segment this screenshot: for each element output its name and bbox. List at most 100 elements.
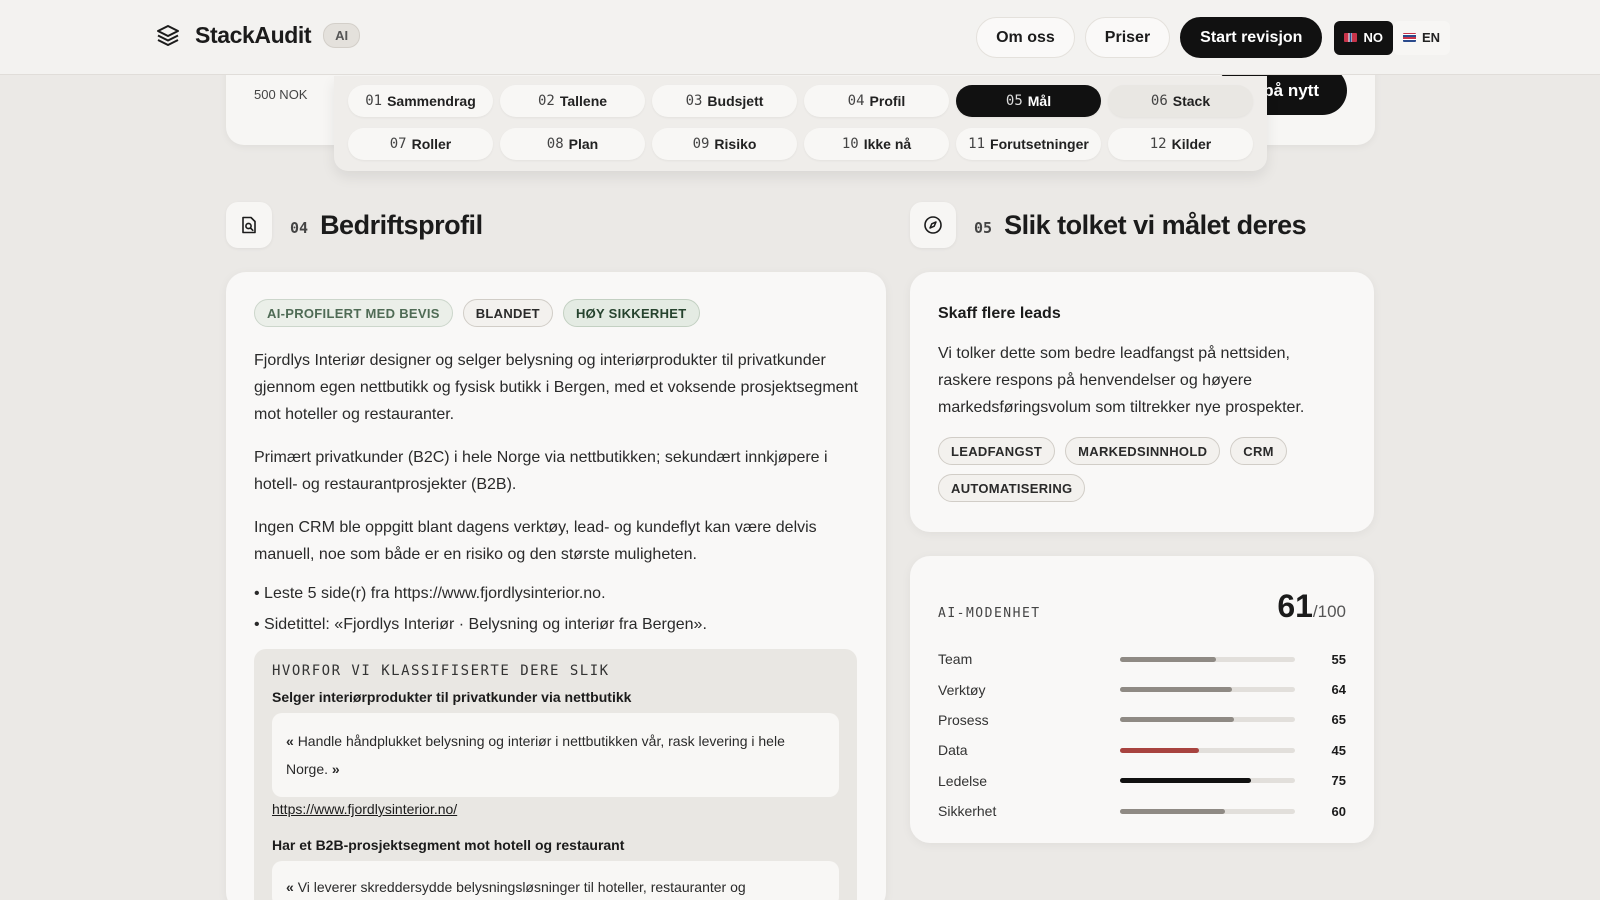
- tab-sammendrag[interactable]: 01 Sammendrag: [348, 85, 493, 117]
- tab-number: 10: [841, 135, 859, 152]
- maturity-score-max: /100: [1312, 602, 1346, 621]
- document-search-icon: [226, 202, 272, 248]
- tab-label: Tallene: [559, 93, 608, 109]
- tab-forutsetninger[interactable]: 11 Forutsetninger: [956, 127, 1101, 160]
- tab-label: Budsjett: [707, 93, 764, 109]
- maturity-row: Sikkerhet 60: [938, 796, 1346, 826]
- profile-evidence-list: • Leste 5 side(r) fra https://www.fjordl…: [254, 584, 858, 635]
- price-text: 500 NOK: [254, 87, 308, 102]
- open-quote-icon: «: [286, 879, 294, 895]
- reason-title: Selger interiørprodukter til privatkunde…: [272, 689, 632, 705]
- ai-maturity-card: AI-MODENHET 61 /100 Team 55 Verktøy 64 Prose…: [910, 556, 1374, 843]
- tag-crm: CRM: [1230, 437, 1287, 465]
- language-no[interactable]: NO: [1334, 20, 1393, 55]
- maturity-bar-track: [1120, 808, 1295, 814]
- tab-ikke-nå[interactable]: 10 Ikke nå: [804, 127, 949, 160]
- maturity-row-value: 75: [1331, 773, 1346, 789]
- tab-tallene[interactable]: 02 Tallene: [500, 85, 645, 117]
- tab-label: Plan: [568, 135, 599, 152]
- maturity-row-value: 65: [1331, 712, 1346, 728]
- tab-kilder[interactable]: 12 Kilder: [1108, 127, 1253, 160]
- maturity-row-name: Team: [938, 651, 973, 668]
- tab-risiko[interactable]: 09 Risiko: [652, 127, 797, 160]
- tag-ai-profiled: AI-PROFILERT MED BEVIS: [254, 299, 453, 327]
- tab-profil[interactable]: 04 Profil: [804, 85, 949, 117]
- reason-quote-text: Handle håndplukket belysning og interiør…: [286, 733, 785, 777]
- tab-label: Mål: [1027, 93, 1052, 109]
- tab-label: Kilder: [1171, 135, 1212, 152]
- list-item: • Leste 5 side(r) fra https://www.fjordl…: [254, 585, 606, 602]
- tab-label: Sammendrag: [387, 93, 476, 109]
- tab-label: Forutsetninger: [990, 135, 1089, 152]
- classification-reasons-title: HVORFOR VI KLASSIFISERTE DERE SLIK: [272, 663, 610, 679]
- maturity-bar-fill: [1120, 778, 1252, 784]
- goal-section-title: Slik tolket vi målet deres: [1004, 209, 1307, 240]
- maturity-score: 61 /100: [1277, 588, 1346, 625]
- open-quote-icon: «: [286, 733, 294, 749]
- tab-label: Risiko: [714, 135, 757, 152]
- profile-section-heading: 04 Bedriftsprofil: [226, 202, 483, 248]
- maturity-bar-track: [1120, 656, 1295, 662]
- tab-number: 03: [685, 93, 703, 109]
- tab-number: 08: [546, 135, 564, 152]
- tab-number: 06: [1150, 93, 1168, 109]
- tag-high-confidence: HØY SIKKERHET: [562, 299, 700, 327]
- main-nav: Om oss Priser Start revisjon NO EN: [976, 17, 1450, 58]
- tab-number: 05: [1005, 93, 1023, 109]
- maturity-row: Data 45: [938, 735, 1346, 765]
- tab-number: 07: [389, 135, 407, 152]
- tab-label: Stack: [1172, 93, 1211, 109]
- tab-budsjett[interactable]: 03 Budsjett: [652, 85, 797, 117]
- goal-heading: Skaff flere leads: [938, 305, 1061, 322]
- maturity-row: Team 55: [938, 644, 1346, 674]
- start-audit-button[interactable]: Start revisjon: [1180, 17, 1323, 58]
- tag-lead-capture: LEADFANGST: [938, 437, 1056, 465]
- norway-flag-icon: [1344, 33, 1358, 42]
- maturity-row-value: 45: [1331, 742, 1346, 758]
- maturity-row-value: 60: [1331, 803, 1346, 819]
- stack-layers-icon: [157, 24, 179, 46]
- profile-customers: Primært privatkunder (B2C) i hele Norge …: [254, 449, 828, 493]
- reason-quote: « Handle håndplukket belysning og interi…: [272, 713, 839, 797]
- top-navigation-bar: StackAudit AI Om oss Priser Start revisj…: [0, 0, 1600, 75]
- maturity-label: AI-MODENHET: [938, 606, 1041, 621]
- list-item: • Sidetittel: «Fjordlys Interiør · Belys…: [254, 616, 707, 633]
- tab-label: Profil: [869, 93, 906, 109]
- maturity-breakdown: Team 55 Verktøy 64 Prosess 65 Data 45 Ledelse 75 S…: [938, 644, 1346, 826]
- reason-quote-text: Vi leverer skreddersydde belysningsløsni…: [297, 879, 746, 895]
- tab-stack[interactable]: 06 Stack: [1108, 85, 1253, 117]
- maturity-score-value: 61: [1277, 588, 1313, 624]
- maturity-row: Ledelse 75: [938, 766, 1346, 796]
- maturity-row: Prosess 65: [938, 705, 1346, 735]
- brand[interactable]: StackAudit AI: [155, 22, 361, 49]
- maturity-bar-track: [1120, 687, 1295, 693]
- maturity-row-value: 64: [1331, 682, 1346, 698]
- language-no-label: NO: [1363, 30, 1383, 45]
- tag-automation: AUTOMATISERING: [938, 474, 1086, 502]
- maturity-bar-fill: [1120, 687, 1232, 693]
- about-link[interactable]: Om oss: [976, 17, 1075, 58]
- maturity-bar-fill: [1120, 656, 1217, 662]
- maturity-row-name: Verktøy: [938, 681, 986, 698]
- tab-number: 04: [847, 93, 865, 109]
- brand-ai-badge: AI: [323, 23, 361, 48]
- maturity-row-value: 55: [1331, 651, 1346, 667]
- goal-section-number: 05: [974, 219, 993, 237]
- profile-tags: AI-PROFILERT MED BEVIS BLANDET HØY SIKKE…: [254, 299, 858, 335]
- tab-roller[interactable]: 07 Roller: [348, 127, 493, 160]
- tab-mål[interactable]: 05 Mål: [956, 85, 1101, 117]
- tab-plan[interactable]: 08 Plan: [500, 127, 645, 160]
- compass-icon: [910, 202, 956, 248]
- language-switcher: NO EN: [1334, 20, 1450, 55]
- reason-source-link[interactable]: https://www.fjordlysinterior.no/: [272, 801, 457, 817]
- section-tab-menu: 01 Sammendrag 02 Tallene 03 Budsjett 04 Profil 0…: [334, 76, 1267, 171]
- maturity-bar-track: [1120, 747, 1295, 753]
- uk-flag-icon: [1402, 33, 1416, 42]
- tab-label: Roller: [411, 135, 452, 152]
- maturity-row: Verktøy 64: [938, 674, 1346, 704]
- maturity-bar-fill: [1120, 808, 1225, 814]
- close-quote-icon: »: [331, 761, 340, 777]
- maturity-bar-track: [1120, 778, 1295, 784]
- pricing-link[interactable]: Priser: [1084, 17, 1171, 58]
- language-en[interactable]: EN: [1392, 20, 1450, 55]
